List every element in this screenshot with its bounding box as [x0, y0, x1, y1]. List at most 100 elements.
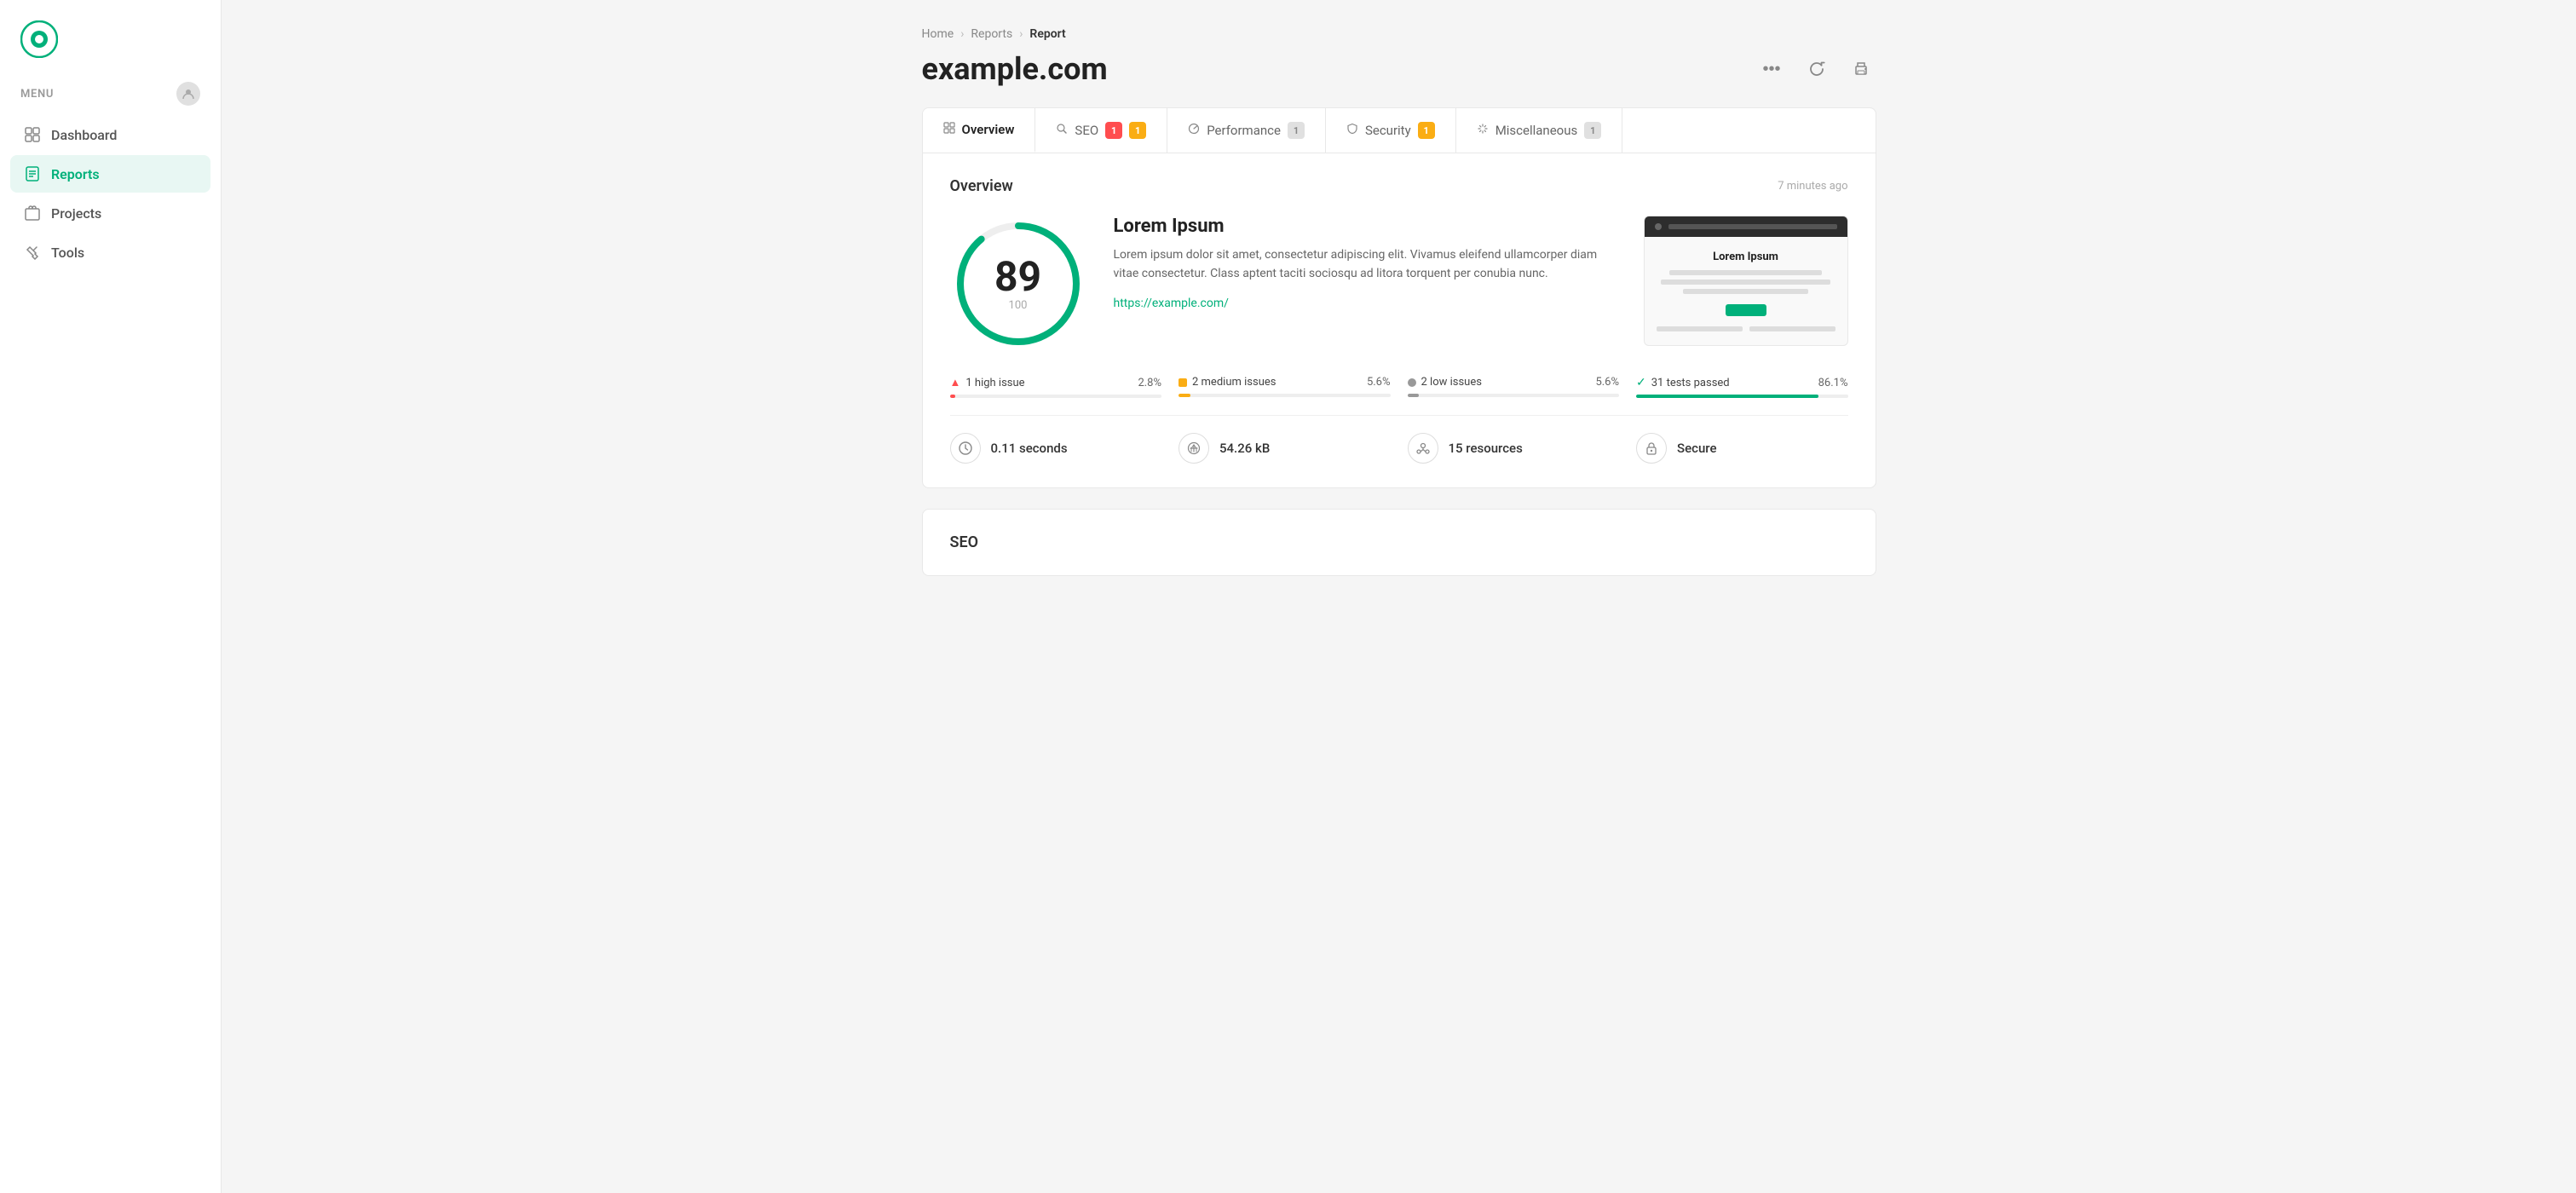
overview-url[interactable]: https://example.com/ — [1114, 297, 1229, 310]
issue-passed-track — [1636, 395, 1848, 398]
seo-badge-1: 1 — [1105, 122, 1122, 139]
tab-overview[interactable]: Overview — [923, 108, 1036, 153]
issue-low: 2 low issues 5.6% — [1408, 376, 1620, 398]
tab-seo[interactable]: SEO 1 1 — [1035, 108, 1167, 153]
page-header: example.com ••• — [922, 51, 1876, 87]
breadcrumb-reports[interactable]: Reports — [971, 27, 1012, 41]
tools-label: Tools — [51, 245, 84, 261]
page-title: example.com — [922, 51, 1108, 87]
dashboard-label: Dashboard — [51, 127, 117, 143]
passed-check-icon: ✓ — [1636, 376, 1646, 389]
low-dot-icon — [1408, 378, 1416, 387]
more-icon: ••• — [1762, 60, 1780, 79]
breadcrumb-sep-2: › — [1019, 27, 1023, 41]
preview-page-content: Lorem Ipsum — [1645, 237, 1847, 345]
stats-grid: 0.11 seconds 54.26 kB — [950, 415, 1848, 464]
seo-section-title: SEO — [950, 533, 979, 551]
preview-address-bar — [1668, 224, 1837, 229]
issue-high-text: 1 high issue — [965, 377, 1024, 389]
tab-misc-label: Miscellaneous — [1495, 123, 1578, 138]
security-tab-icon — [1346, 123, 1358, 138]
preview-dot-1 — [1655, 223, 1662, 230]
stat-resources: 15 resources — [1408, 433, 1620, 464]
main-content: Home › Reports › Report example.com ••• — [222, 0, 2576, 1193]
preview-line-1 — [1669, 270, 1822, 275]
sidebar-item-dashboard[interactable]: Dashboard — [10, 116, 210, 153]
issue-low-fill — [1408, 394, 1420, 397]
tabs: Overview SEO 1 1 Performance 1 — [922, 107, 1876, 153]
issue-medium: 2 medium issues 5.6% — [1179, 376, 1391, 398]
issue-low-pct: 5.6% — [1595, 376, 1619, 389]
overview-section-title: Overview — [950, 177, 1013, 195]
score-circle: 89 100 — [950, 216, 1086, 352]
stat-secure-value: Secure — [1677, 441, 1717, 456]
dashboard-icon — [24, 126, 41, 143]
preview-title: Lorem Ipsum — [1657, 251, 1835, 263]
seo-tab-icon — [1056, 123, 1068, 138]
resources-icon — [1408, 433, 1438, 464]
reports-label: Reports — [51, 166, 100, 182]
issue-low-track — [1408, 394, 1620, 397]
refresh-button[interactable] — [1801, 57, 1832, 81]
tab-security[interactable]: Security 1 — [1326, 108, 1456, 153]
projects-label: Projects — [51, 205, 101, 222]
stat-time: 0.11 seconds — [950, 433, 1162, 464]
tab-miscellaneous[interactable]: Miscellaneous 1 — [1456, 108, 1623, 153]
sidebar-item-reports[interactable]: Reports — [10, 155, 210, 193]
overview-preview: Lorem Ipsum — [1644, 216, 1848, 346]
tab-performance-label: Performance — [1207, 123, 1281, 138]
menu-label: MENU — [20, 88, 54, 101]
preview-cta — [1657, 304, 1835, 316]
secure-icon — [1636, 433, 1667, 464]
score-value: 89 — [994, 256, 1041, 297]
tools-icon — [24, 244, 41, 261]
misc-badge: 1 — [1584, 122, 1601, 139]
issue-high-label: ▲ 1 high issue — [950, 376, 1025, 389]
performance-tab-icon — [1188, 123, 1200, 138]
tab-performance[interactable]: Performance 1 — [1167, 108, 1326, 153]
breadcrumb: Home › Reports › Report — [922, 27, 1876, 41]
seo-badge-2: 1 — [1129, 122, 1146, 139]
high-triangle-icon: ▲ — [950, 376, 961, 389]
issue-passed-header: ✓ 31 tests passed 86.1% — [1636, 376, 1848, 389]
tab-overview-label: Overview — [962, 122, 1015, 137]
score-total: 100 — [1009, 299, 1028, 312]
sidebar-nav: Dashboard Reports — [0, 116, 221, 271]
menu-label-row: MENU — [0, 75, 221, 116]
issue-high-header: ▲ 1 high issue 2.8% — [950, 376, 1162, 389]
issues-grid: ▲ 1 high issue 2.8% 2 medium issue — [950, 376, 1848, 398]
overview-info: Lorem Ipsum Lorem ipsum dolor sit amet, … — [1114, 216, 1616, 310]
security-badge: 1 — [1418, 122, 1435, 139]
issue-medium-fill — [1179, 394, 1190, 397]
print-button[interactable] — [1846, 57, 1876, 81]
sidebar: MENU Dashboard — [0, 0, 222, 1193]
misc-tab-icon — [1477, 123, 1489, 138]
sidebar-item-projects[interactable]: Projects — [10, 194, 210, 232]
breadcrumb-sep-1: › — [960, 27, 964, 41]
sidebar-item-tools[interactable]: Tools — [10, 233, 210, 271]
performance-badge: 1 — [1288, 122, 1305, 139]
medium-square-icon — [1179, 378, 1187, 387]
overview-card: Overview 7 minutes ago 89 100 — [922, 153, 1876, 488]
header-actions: ••• — [1755, 56, 1876, 83]
time-icon — [950, 433, 981, 464]
issue-low-header: 2 low issues 5.6% — [1408, 376, 1620, 389]
issue-high-pct: 2.8% — [1138, 377, 1161, 389]
issue-medium-pct: 5.6% — [1367, 376, 1391, 389]
issue-low-text: 2 low issues — [1421, 376, 1482, 389]
issue-high-fill — [950, 395, 956, 398]
more-button[interactable]: ••• — [1755, 56, 1787, 83]
breadcrumb-home[interactable]: Home — [922, 27, 954, 41]
issue-passed-fill — [1636, 395, 1818, 398]
issue-medium-label: 2 medium issues — [1179, 376, 1276, 389]
preview-footer-2 — [1749, 326, 1835, 331]
stat-size-value: 54.26 kB — [1219, 441, 1270, 456]
seo-section: SEO — [922, 509, 1876, 576]
overview-description: Lorem ipsum dolor sit amet, consectetur … — [1114, 245, 1616, 284]
overview-main: 89 100 Lorem Ipsum Lorem ipsum dolor sit… — [950, 216, 1848, 352]
preview-footer — [1657, 326, 1835, 331]
stat-size: 54.26 kB — [1179, 433, 1391, 464]
app-logo — [20, 20, 58, 58]
user-avatar[interactable] — [176, 82, 200, 106]
size-icon — [1179, 433, 1209, 464]
